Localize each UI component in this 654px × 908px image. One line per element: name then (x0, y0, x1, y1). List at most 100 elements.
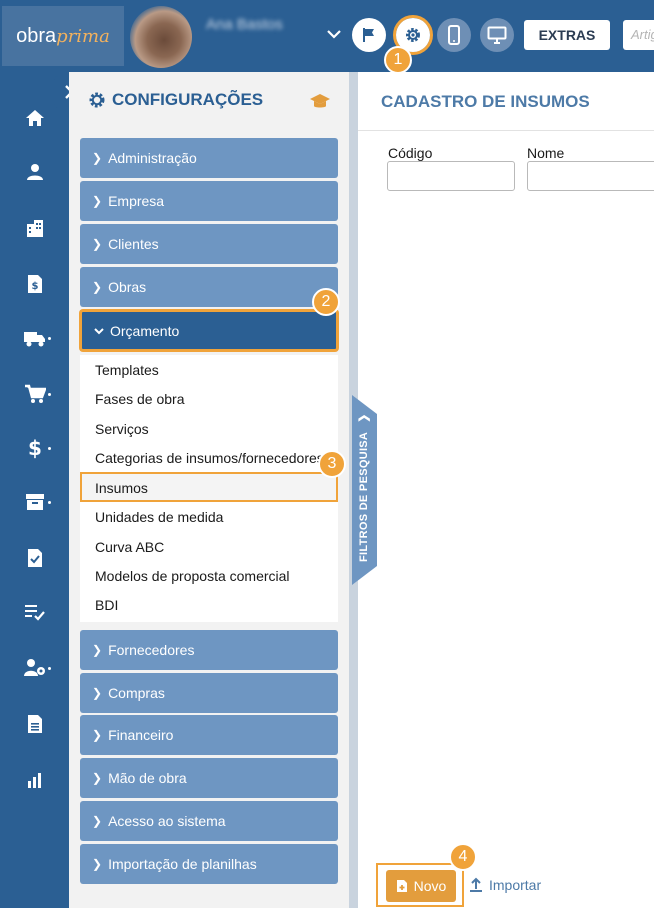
nav-user[interactable] (0, 152, 69, 192)
checked-doc-icon (27, 549, 42, 567)
submenu-curva-abc[interactable]: Curva ABC (95, 539, 164, 555)
menu-acesso-sistema[interactable]: ❯ Acesso ao sistema (80, 801, 338, 841)
bar-chart-icon (27, 773, 41, 788)
nav-archive[interactable] (0, 482, 69, 522)
mobile-icon (448, 25, 460, 45)
building-icon (26, 220, 43, 237)
svg-text:$: $ (31, 281, 38, 292)
menu-clientes[interactable]: ❯ Clientes (80, 224, 338, 264)
menu-label: Orçamento (110, 322, 180, 339)
step-badge-4: 4 (449, 843, 477, 871)
menu-label: Mão de obra (108, 770, 187, 786)
top-bar: obra prima Ana Bastos EXTRAS Artigos (0, 0, 654, 72)
new-file-icon (396, 880, 407, 892)
novo-button[interactable]: Novo (386, 870, 456, 902)
icon-sidebar: $ $ (0, 72, 69, 908)
checklist-icon (24, 605, 45, 621)
nav-document[interactable] (0, 704, 69, 744)
nav-invoice[interactable]: $ (0, 264, 69, 304)
nav-users-gear[interactable] (0, 648, 69, 688)
gear-icon (406, 28, 420, 42)
submenu-servicos[interactable]: Serviços (95, 421, 149, 437)
step-badge-1: 1 (384, 46, 412, 74)
nav-checklist[interactable] (0, 592, 69, 632)
submenu-fases-obra[interactable]: Fases de obra (95, 391, 185, 407)
users-gear-icon (23, 659, 45, 676)
config-title: CONFIGURAÇÕES (88, 90, 263, 110)
nav-building[interactable] (0, 208, 69, 248)
desktop-button[interactable] (480, 18, 514, 52)
search-input[interactable]: Artigos (623, 20, 654, 50)
menu-orcamento[interactable]: Orçamento (80, 310, 338, 351)
mobile-button[interactable] (437, 18, 471, 52)
codigo-input[interactable] (387, 161, 515, 191)
page-title: CADASTRO DE INSUMOS (381, 92, 590, 111)
flag-button[interactable] (352, 18, 386, 52)
logo[interactable]: obra prima (2, 6, 124, 66)
nav-checked-doc[interactable] (0, 538, 69, 578)
importar-link[interactable]: Importar (469, 877, 541, 893)
logo-text-a: obra (16, 24, 57, 47)
menu-label: Compras (108, 685, 165, 701)
graduation-cap-icon[interactable] (309, 92, 331, 115)
menu-empresa[interactable]: ❯ Empresa (80, 181, 338, 221)
truck-icon (23, 332, 45, 347)
flag-icon (363, 28, 374, 42)
submenu-categorias[interactable]: Categorias de insumos/fornecedores (95, 450, 338, 466)
monitor-icon (487, 26, 507, 44)
filter-tab-text: FILTROS DE PESQUISA (358, 432, 370, 562)
menu-label: Clientes (108, 236, 159, 252)
nav-finance[interactable]: $ (0, 428, 69, 468)
submenu-unidades[interactable]: Unidades de medida (95, 509, 223, 525)
nav-reports[interactable] (0, 760, 69, 800)
home-icon (25, 110, 44, 126)
nome-input[interactable] (527, 161, 654, 191)
user-name: Ana Bastos (206, 16, 283, 33)
user-icon (26, 164, 43, 180)
document-icon (27, 715, 42, 733)
dollar-icon: $ (28, 437, 42, 459)
menu-importacao[interactable]: ❯ Importação de planilhas (80, 844, 338, 884)
menu-obras[interactable]: ❯ Obras (80, 267, 338, 307)
archive-icon (25, 494, 44, 510)
nome-label: Nome (527, 145, 565, 161)
chevron-down-icon (94, 327, 104, 334)
app-root: obra prima Ana Bastos EXTRAS Artigos 1 (0, 0, 654, 908)
submenu-insumos[interactable]: Insumos (95, 480, 148, 496)
nav-cart[interactable] (0, 374, 69, 414)
submenu-modelos[interactable]: Modelos de proposta comercial (95, 568, 290, 584)
codigo-label: Código (388, 145, 433, 161)
chevron-down-icon[interactable] (327, 26, 341, 44)
config-title-text: CONFIGURAÇÕES (112, 90, 264, 109)
menu-label: Fornecedores (108, 642, 195, 658)
chevron-up-icon: ❯ (358, 413, 370, 423)
upload-icon (470, 877, 482, 892)
avatar[interactable] (130, 6, 192, 68)
novo-label: Novo (413, 878, 447, 894)
menu-label: Acesso ao sistema (108, 813, 226, 829)
step-badge-2: 2 (312, 288, 340, 316)
submenu-templates[interactable]: Templates (95, 362, 159, 378)
invoice-icon: $ (27, 275, 42, 293)
menu-label: Empresa (108, 193, 165, 209)
menu-label: Financeiro (108, 727, 174, 743)
logo-text-b: prima (56, 25, 110, 47)
extras-button[interactable]: EXTRAS (524, 20, 610, 50)
gear-icon (89, 92, 105, 108)
menu-fornecedores[interactable]: ❯ Fornecedores (80, 630, 338, 670)
cart-icon (24, 384, 46, 403)
menu-label: Obras (108, 279, 147, 295)
nav-truck[interactable] (0, 318, 69, 358)
title-divider (358, 130, 654, 131)
menu-label: Administração (108, 150, 197, 166)
menu-compras[interactable]: ❯ Compras (80, 673, 338, 713)
menu-label: Importação de planilhas (108, 856, 257, 872)
menu-administracao[interactable]: ❯ Administração (80, 138, 338, 178)
menu-financeiro[interactable]: ❯ Financeiro (80, 715, 338, 755)
svg-text:$: $ (28, 437, 42, 459)
importar-label: Importar (489, 877, 542, 893)
submenu-bdi[interactable]: BDI (95, 597, 118, 613)
step-badge-3: 3 (318, 450, 346, 478)
menu-mao-de-obra[interactable]: ❯ Mão de obra (80, 758, 338, 798)
filter-tab-label[interactable]: FILTROS DE PESQUISA ❯ (357, 413, 370, 562)
